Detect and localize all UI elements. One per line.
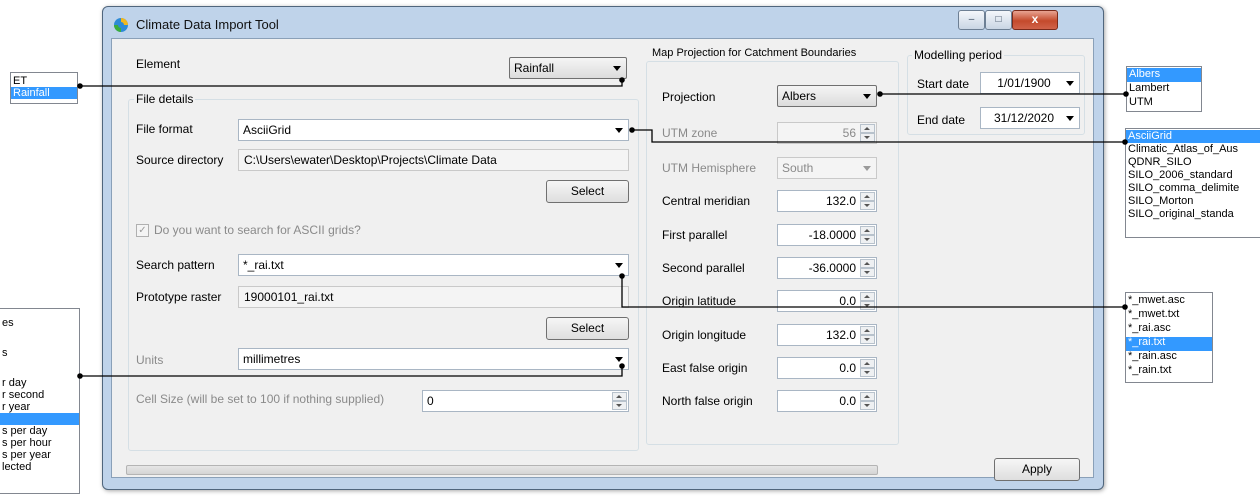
callout-dot [877, 91, 883, 97]
callout-dot [1122, 139, 1128, 145]
callout-line-element [80, 80, 623, 87]
callout-line-units [80, 366, 623, 377]
callout-lines [77, 77, 1129, 379]
callout-line-format [632, 129, 1125, 143]
callout-dot [619, 273, 625, 279]
callout-dot [619, 77, 625, 83]
callout-dot [619, 363, 625, 369]
callout-dot [1122, 304, 1128, 310]
callout-line-pattern [621, 276, 1125, 308]
callout-dot [1123, 91, 1129, 97]
callout-dot [77, 83, 83, 89]
callout-dot [629, 127, 635, 133]
callout-dot [77, 373, 83, 379]
